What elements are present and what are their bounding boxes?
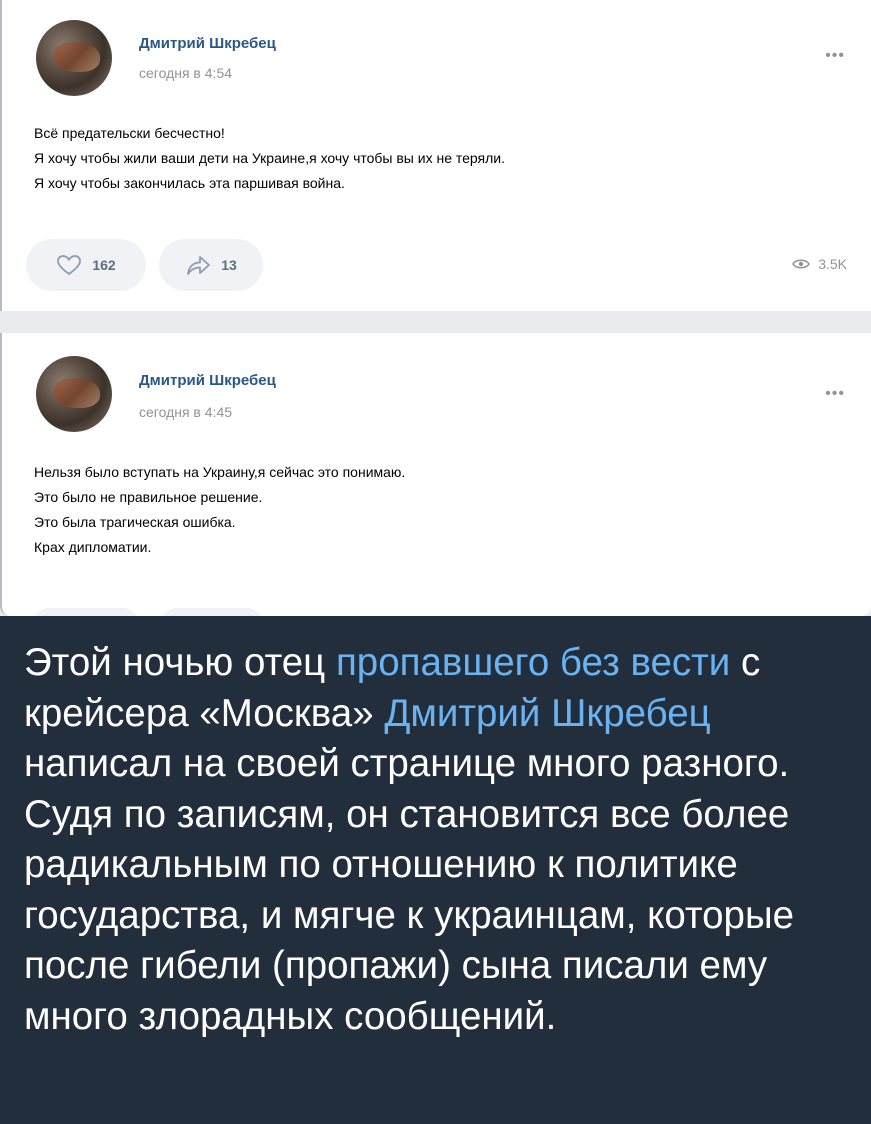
message-caption: Этой ночью отец пропавшего без вести с к… — [0, 616, 871, 1124]
post-text-line: Крах дипломатии. — [34, 539, 152, 555]
post-time[interactable]: сегодня в 4:54 — [139, 65, 232, 81]
share-arrow-icon — [187, 256, 211, 275]
author-name[interactable]: Дмитрий Шкребец — [139, 372, 276, 389]
views-counter: 3.5K — [792, 256, 847, 272]
like-button[interactable]: 162 — [26, 239, 146, 291]
post-text-line: Это была трагическая ошибка. — [34, 514, 236, 530]
share-count: 13 — [221, 257, 237, 273]
heart-icon — [57, 255, 82, 276]
views-count: 3.5K — [818, 256, 847, 272]
like-button[interactable] — [34, 608, 138, 616]
post-text-line: Я хочу чтобы закончилась эта паршивая во… — [34, 175, 345, 191]
post-text-line: Нельзя было вступать на Украину,я сейчас… — [34, 464, 406, 480]
post-text-line: Я хочу чтобы жили ваши дети на Украине,я… — [34, 150, 506, 166]
eye-icon — [792, 259, 811, 269]
author-name[interactable]: Дмитрий Шкребец — [139, 35, 276, 52]
caption-text: Этой ночью отец — [24, 641, 336, 684]
post-text-line: Всё предательски бесчестно! — [34, 125, 225, 141]
post-text: Нельзя было вступать на Украину,я сейчас… — [34, 460, 405, 560]
share-button[interactable] — [162, 608, 262, 616]
avatar[interactable] — [36, 356, 112, 432]
missing-link[interactable]: пропавшего без вести — [336, 641, 730, 684]
author-link[interactable]: Дмитрий Шкребец — [384, 692, 710, 735]
avatar[interactable] — [36, 20, 112, 96]
share-button[interactable]: 13 — [159, 239, 263, 291]
more-options-icon[interactable]: ••• — [825, 47, 845, 65]
more-options-icon[interactable]: ••• — [825, 385, 845, 403]
post-card: Дмитрий Шкребец сегодня в 4:45 ••• Нельз… — [0, 333, 871, 616]
post-text: Всё предательски бесчестно! Я хочу чтобы… — [34, 121, 505, 196]
caption-text: написал на своей странице много разного.… — [24, 742, 795, 1038]
post-text-line: Это было не правильное решение. — [34, 489, 263, 505]
like-count: 162 — [92, 257, 116, 273]
post-time[interactable]: сегодня в 4:45 — [139, 404, 232, 420]
post-card: Дмитрий Шкребец сегодня в 4:54 ••• Всё п… — [0, 0, 871, 311]
